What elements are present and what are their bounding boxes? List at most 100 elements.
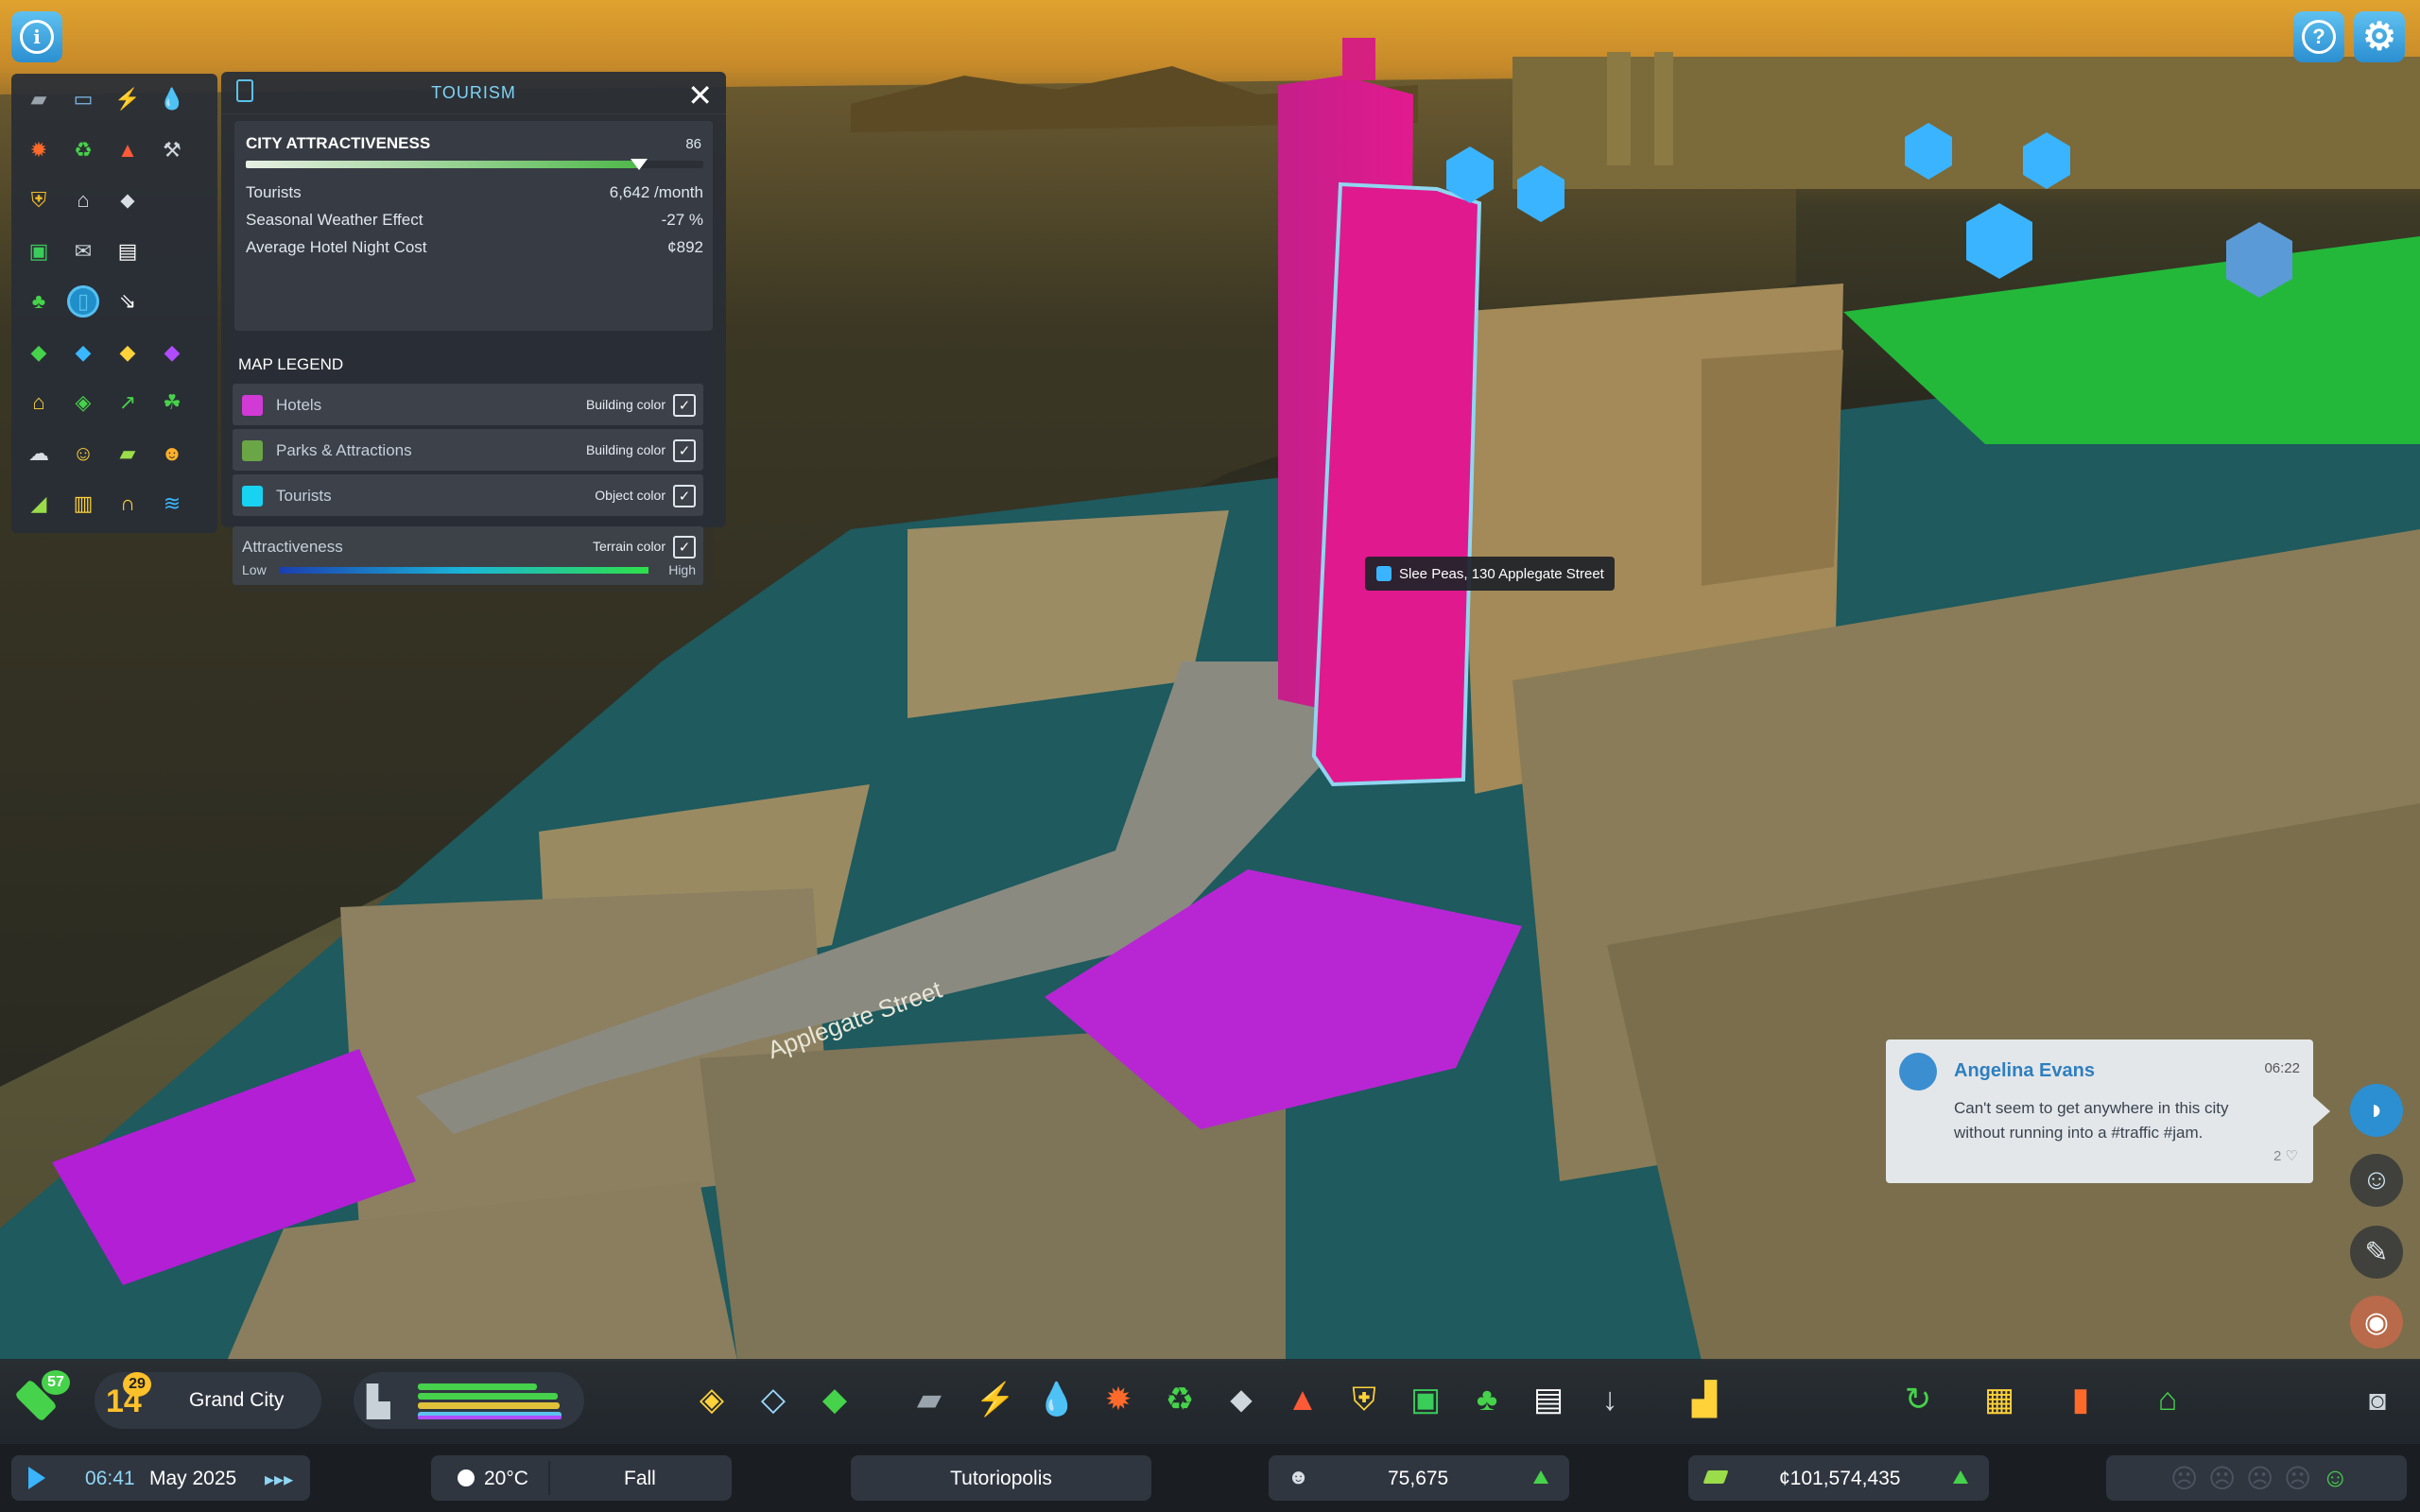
- chirp-likes[interactable]: 2 ♡: [2273, 1147, 2298, 1164]
- speed-button[interactable]: ▸▸▸: [265, 1468, 293, 1491]
- info-button[interactable]: i: [11, 11, 62, 62]
- legend-label: Tourists: [276, 487, 332, 505]
- money-pill[interactable]: ¢101,574,435: [1688, 1455, 1989, 1501]
- bulldozer-icon[interactable]: ▟: [1681, 1376, 1728, 1423]
- land-value-icon[interactable]: ⌂: [23, 387, 55, 419]
- bus-icon[interactable]: ▭: [67, 83, 99, 115]
- tooltip-text: Slee Peas, 130 Applegate Street: [1399, 566, 1604, 582]
- divider: [548, 1461, 550, 1495]
- legend-checkbox[interactable]: ✓: [673, 394, 696, 417]
- progression-icon[interactable]: ↻: [1894, 1376, 1942, 1423]
- info-icon: i: [20, 20, 54, 54]
- noise-icon[interactable]: ◢: [23, 488, 55, 520]
- outside-connections-icon[interactable]: ⇘: [112, 285, 144, 318]
- healthcare-tool-icon[interactable]: ✹: [1095, 1376, 1142, 1423]
- weather-pill[interactable]: 20°C Fall: [431, 1455, 732, 1501]
- resources-icon[interactable]: ◈: [67, 387, 99, 419]
- milestone-pill[interactable]: 14 29 Grand City: [95, 1372, 321, 1429]
- population-icon[interactable]: ☁: [23, 438, 55, 470]
- government-icon[interactable]: ⌂: [67, 184, 99, 216]
- water-pollution-icon[interactable]: ≋: [156, 488, 188, 520]
- water-icon[interactable]: 💧: [156, 83, 188, 115]
- parks-tool-icon[interactable]: ♣: [1463, 1376, 1511, 1423]
- demand-bars: [418, 1383, 565, 1419]
- chirper-button[interactable]: ◗: [2350, 1084, 2403, 1137]
- chirp-author[interactable]: Angelina Evans: [1954, 1060, 2095, 1082]
- citizen-icon: ☺: [2361, 1164, 2392, 1195]
- demand-bar-residential: [418, 1383, 537, 1390]
- services-icon[interactable]: ⚒: [156, 134, 188, 166]
- postal-icon[interactable]: ✉: [67, 235, 99, 267]
- legend-row-attractiveness[interactable]: Attractiveness Terrain color ✓ Low High: [233, 526, 703, 585]
- xp-badge[interactable]: 57: [11, 1370, 87, 1429]
- office-zone-icon[interactable]: ◆: [156, 336, 188, 369]
- fire-tool-icon[interactable]: ▲: [1279, 1376, 1326, 1423]
- health-icon[interactable]: ✹: [23, 134, 55, 166]
- education-icon[interactable]: ⬥: [112, 184, 144, 216]
- tourism-icon[interactable]: ▯: [67, 285, 99, 318]
- citizen-button[interactable]: ☺: [2350, 1154, 2403, 1207]
- stat-label: Average Hotel Night Cost: [246, 238, 427, 256]
- legend-row[interactable]: Parks & Attractions Building color ✓: [233, 429, 703, 471]
- play-button[interactable]: [28, 1467, 45, 1489]
- residential-zone-icon[interactable]: ◆: [23, 336, 55, 369]
- landscaping-icon[interactable]: ◆: [811, 1376, 858, 1423]
- recycling-icon[interactable]: ♻: [67, 134, 99, 166]
- transport-tool-icon[interactable]: ▣: [1402, 1376, 1449, 1423]
- police-tool-icon[interactable]: ⛨: [1340, 1376, 1388, 1423]
- map-legend-section: MAP LEGEND Hotels Building color ✓ Parks & …: [233, 333, 713, 592]
- garbage-tool-icon[interactable]: ♻: [1156, 1376, 1203, 1423]
- gradient-kind: Terrain color: [592, 539, 666, 554]
- shovel-tool-icon[interactable]: ↓: [1586, 1376, 1634, 1423]
- electricity-icon[interactable]: ⚡: [112, 83, 144, 115]
- close-button[interactable]: ✕: [687, 77, 713, 113]
- legend-label: Parks & Attractions: [276, 441, 412, 459]
- communication-icon[interactable]: ▤: [112, 235, 144, 267]
- happiness-pill[interactable]: ☹ ☹ ☹ ☹ ☺: [2106, 1455, 2407, 1501]
- happiness-icon[interactable]: ☺: [67, 438, 99, 470]
- zoning-icon[interactable]: ◈: [688, 1376, 735, 1423]
- police-icon[interactable]: ⛨: [23, 184, 55, 216]
- fire-icon[interactable]: ▲: [112, 134, 144, 166]
- education-tool-icon[interactable]: ⬥: [1218, 1376, 1265, 1423]
- legend-checkbox[interactable]: ✓: [673, 439, 696, 462]
- help-button[interactable]: ?: [2293, 11, 2344, 62]
- photo-button[interactable]: ◉: [2350, 1296, 2403, 1349]
- legend-row[interactable]: Hotels Building color ✓: [233, 384, 703, 425]
- screenshot-button[interactable]: ◙: [2354, 1378, 2401, 1425]
- money-icon[interactable]: ▰: [112, 438, 144, 470]
- commercial-zone-icon[interactable]: ◆: [67, 336, 99, 369]
- chirper-icon: ◗: [2367, 1094, 2386, 1125]
- journal-button[interactable]: ✎: [2350, 1226, 2403, 1279]
- agriculture-icon[interactable]: ☘: [156, 387, 188, 419]
- city-building-icon: ▙: [367, 1384, 390, 1418]
- industrial-zone-icon[interactable]: ◆: [112, 336, 144, 369]
- season: Fall: [624, 1468, 656, 1489]
- workplaces-icon[interactable]: ☻: [156, 438, 188, 470]
- chirp-card[interactable]: Angelina Evans 06:22 Can't seem to get a…: [1886, 1040, 2313, 1183]
- water-tool-icon[interactable]: 💧: [1033, 1376, 1080, 1423]
- area-icon[interactable]: ◇: [750, 1376, 797, 1423]
- communication-tool-icon[interactable]: ▤: [1525, 1376, 1572, 1423]
- stat-row: Seasonal Weather Effect -27 %: [246, 211, 703, 230]
- electricity-tool-icon[interactable]: ⚡: [972, 1376, 1019, 1423]
- blank-icon: [156, 235, 188, 267]
- audio-icon[interactable]: ∩: [112, 488, 144, 520]
- settings-button[interactable]: ⚙: [2354, 11, 2405, 62]
- road-icon[interactable]: ▰: [23, 83, 55, 115]
- map-tiles-icon[interactable]: ▦: [1976, 1376, 2023, 1423]
- statistics-icon[interactable]: ▮: [2057, 1376, 2104, 1423]
- city-stats-pill[interactable]: ▙: [354, 1372, 584, 1429]
- city-name-pill[interactable]: Tutoriopolis: [851, 1455, 1151, 1501]
- transport-icon[interactable]: ▣: [23, 235, 55, 267]
- economy-tool-icon[interactable]: ⌂: [2144, 1376, 2191, 1423]
- parks-icon[interactable]: ♣: [23, 285, 55, 318]
- population-pill[interactable]: ☻ 75,675: [1269, 1455, 1569, 1501]
- legend-checkbox[interactable]: ✓: [673, 485, 696, 507]
- garbage-icon[interactable]: ▥: [67, 488, 99, 520]
- gradient-checkbox[interactable]: ✓: [673, 536, 696, 558]
- photo-icon: ◉: [2363, 1306, 2390, 1338]
- legend-row[interactable]: Tourists Object color ✓: [233, 474, 703, 516]
- roads-icon[interactable]: ▰: [906, 1376, 953, 1423]
- economy-icon[interactable]: ↗: [112, 387, 144, 419]
